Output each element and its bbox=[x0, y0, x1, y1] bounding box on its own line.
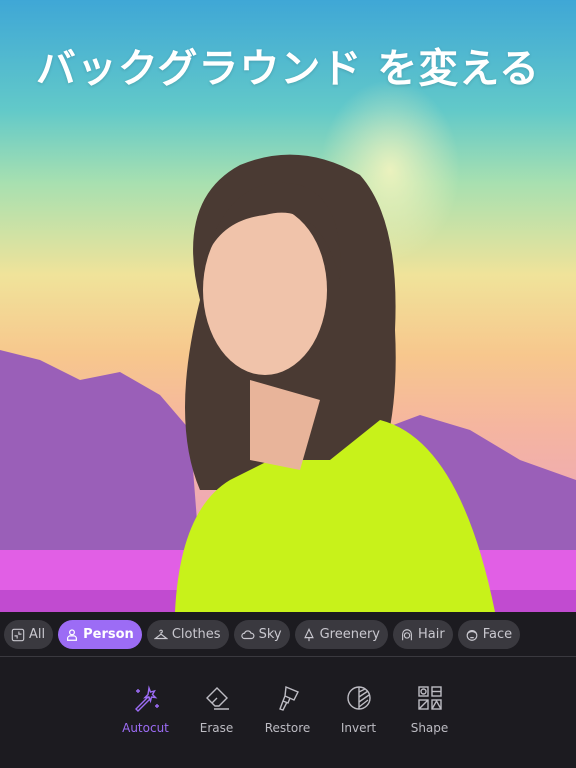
tree-icon bbox=[303, 627, 314, 641]
hanger-icon bbox=[153, 629, 168, 639]
magic-wand-icon bbox=[134, 685, 159, 712]
tool-label: Restore bbox=[264, 721, 311, 735]
tool-erase[interactable]: Erase bbox=[181, 684, 252, 735]
shape-icon bbox=[417, 686, 442, 710]
cloud-icon bbox=[240, 629, 255, 639]
category-chips: All Person Clothes Sky Greenery Hair Fac… bbox=[4, 620, 521, 649]
chip-hair[interactable]: Hair bbox=[392, 620, 453, 649]
person-icon bbox=[67, 628, 78, 641]
chip-label: Face bbox=[482, 627, 513, 642]
chip-label: All bbox=[29, 627, 46, 642]
chip-all[interactable]: All bbox=[4, 620, 54, 649]
all-segment-icon bbox=[11, 628, 25, 641]
chip-label: Person bbox=[83, 627, 134, 642]
eraser-icon bbox=[205, 687, 229, 710]
chip-label: Sky bbox=[258, 627, 282, 642]
tool-autocut[interactable]: Autocut bbox=[110, 684, 181, 735]
chip-clothes[interactable]: Clothes bbox=[146, 620, 229, 649]
chip-person[interactable]: Person bbox=[58, 620, 142, 649]
photo-canvas[interactable]: バックグラウンド を変える bbox=[0, 0, 576, 612]
chip-face[interactable]: Face bbox=[457, 620, 521, 649]
chip-label: Clothes bbox=[171, 627, 221, 642]
invert-icon bbox=[346, 686, 371, 710]
chip-label: Greenery bbox=[319, 627, 380, 642]
tool-label: Shape bbox=[410, 721, 449, 735]
face-icon bbox=[466, 629, 478, 641]
chip-label: Hair bbox=[417, 627, 445, 642]
divider bbox=[0, 656, 576, 657]
tool-shape[interactable]: Shape bbox=[394, 684, 465, 735]
tool-label: Autocut bbox=[122, 721, 169, 735]
brush-icon bbox=[278, 685, 299, 711]
tool-bar: Autocut Erase Restore Invert Shape bbox=[110, 684, 465, 735]
tool-label: Invert bbox=[340, 721, 377, 735]
headline: バックグラウンド を変える bbox=[35, 46, 541, 92]
chip-sky[interactable]: Sky bbox=[233, 620, 290, 649]
tool-restore[interactable]: Restore bbox=[252, 684, 323, 735]
tool-label: Erase bbox=[199, 721, 234, 735]
hair-icon bbox=[402, 628, 412, 640]
chip-greenery[interactable]: Greenery bbox=[294, 620, 388, 649]
tool-invert[interactable]: Invert bbox=[323, 684, 394, 735]
